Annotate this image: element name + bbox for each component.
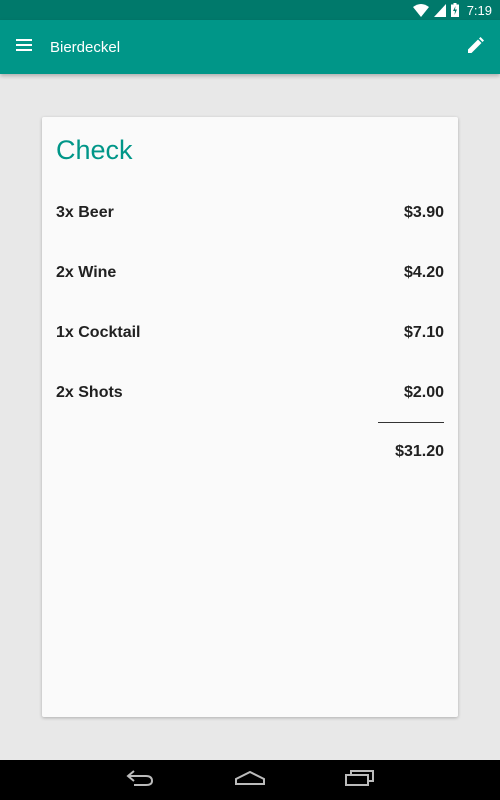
home-icon [235,770,265,790]
cell-signal-icon [433,3,446,17]
check-item[interactable]: 2x Wine $4.20 [56,261,444,285]
total-divider [378,422,444,423]
item-label: 1x Cocktail [56,324,141,341]
home-button[interactable] [230,760,270,800]
item-price: $7.10 [403,324,444,341]
wifi-icon [412,3,429,17]
check-title: Check [56,135,133,165]
item-price: $4.20 [403,264,444,281]
item-price: $2.00 [403,384,444,401]
item-price: $3.90 [403,204,444,221]
menu-button[interactable] [0,20,48,74]
battery-charging-icon [450,3,459,17]
check-item[interactable]: 3x Beer $3.90 [56,201,444,225]
status-bar: 7:19 [0,0,500,20]
status-time: 7:19 [466,2,492,18]
item-label: 2x Shots [56,384,123,401]
menu-icon [16,38,32,56]
back-button[interactable] [120,760,160,800]
check-item[interactable]: 2x Shots $2.00 [56,381,444,405]
check-card: Check 3x Beer $3.90 2x Wine $4.20 1x Coc… [42,117,458,717]
recents-icon [345,769,375,791]
system-nav-bar [0,760,500,800]
edit-button[interactable] [452,20,500,74]
item-label: 2x Wine [56,264,117,281]
check-item[interactable]: 1x Cocktail $7.10 [56,321,444,345]
app-title: Bierdeckel [50,38,121,56]
recents-button[interactable] [340,760,380,800]
pencil-icon [468,36,484,58]
back-icon [126,769,154,791]
check-total: $31.20 [395,443,444,460]
app-bar: Bierdeckel [0,20,500,74]
item-label: 3x Beer [56,204,114,221]
